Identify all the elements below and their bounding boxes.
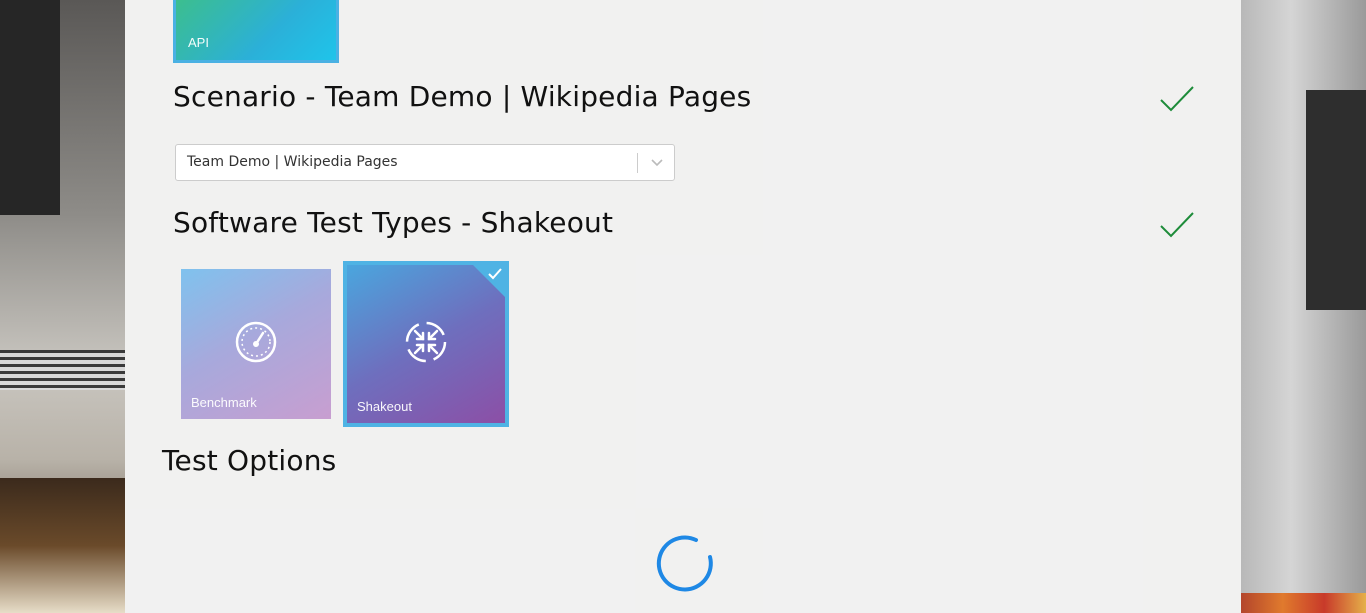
- background-left-shop: [0, 478, 125, 613]
- background-right-dark: [1306, 90, 1366, 310]
- background-right-flowers: [1241, 593, 1366, 613]
- scenario-complete-check-icon: [1160, 86, 1194, 112]
- tile-api-label: API: [188, 35, 209, 50]
- compress-arrows-icon: [405, 321, 447, 363]
- background-left-vent: [0, 350, 125, 390]
- tile-shakeout-inner: Shakeout: [347, 265, 505, 423]
- tile-benchmark[interactable]: Benchmark: [181, 269, 331, 419]
- select-separator: [637, 153, 638, 173]
- tile-shakeout[interactable]: Shakeout: [343, 261, 509, 427]
- test-types-complete-check-icon: [1160, 212, 1194, 238]
- scenario-title: Scenario - Team Demo | Wikipedia Pages: [173, 80, 752, 113]
- scenario-select[interactable]: Team Demo | Wikipedia Pages: [175, 144, 675, 181]
- background-left-dark: [0, 0, 60, 215]
- chevron-down-icon[interactable]: [649, 155, 665, 171]
- tile-api-inner: API: [176, 0, 336, 60]
- scenario-select-value: Team Demo | Wikipedia Pages: [187, 154, 398, 170]
- test-types-title: Software Test Types - Shakeout: [173, 206, 614, 239]
- speedometer-icon: [235, 321, 277, 363]
- tile-api[interactable]: API: [173, 0, 339, 63]
- tile-shakeout-label: Shakeout: [357, 399, 412, 414]
- selected-check-icon: [488, 268, 502, 280]
- test-options-title: Test Options: [162, 444, 337, 477]
- loading-spinner-icon: [656, 535, 713, 592]
- tile-benchmark-label: Benchmark: [191, 395, 257, 410]
